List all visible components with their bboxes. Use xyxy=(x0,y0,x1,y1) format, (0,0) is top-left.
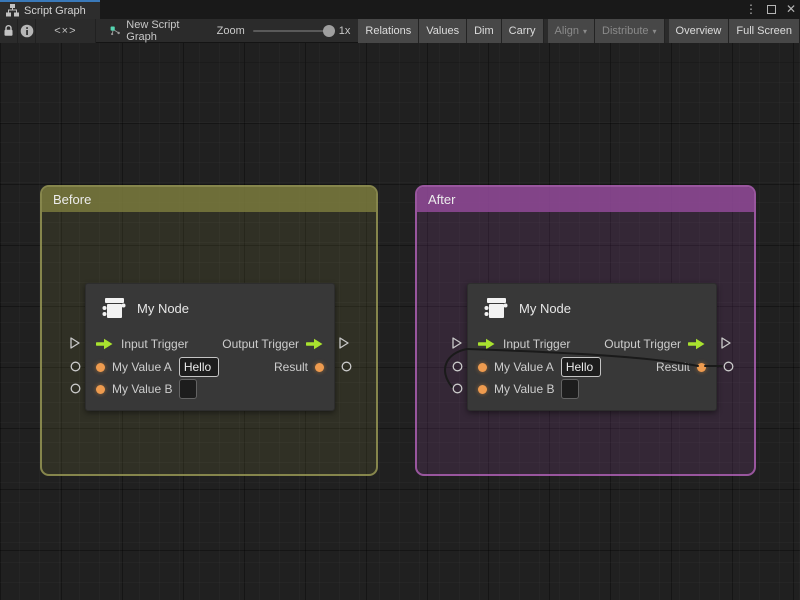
outer-trigger-out-port[interactable] xyxy=(720,337,732,349)
value-b-row: My Value B xyxy=(478,378,706,400)
node-my-node-after[interactable]: My Node Input Trigger Output Trigger xyxy=(467,283,717,411)
window-controls: ⋮ ✕ xyxy=(745,0,796,19)
result-port-icon[interactable] xyxy=(315,363,324,372)
value-a-input[interactable] xyxy=(179,357,219,377)
outer-result-port[interactable] xyxy=(723,361,734,372)
lock-button[interactable] xyxy=(0,19,18,43)
relations-button[interactable]: Relations xyxy=(358,19,419,43)
value-a-port-icon[interactable] xyxy=(478,363,487,372)
window-menu-icon[interactable]: ⋮ xyxy=(745,0,757,19)
trigger-in-port-icon[interactable] xyxy=(96,338,114,350)
outer-trigger-in-port[interactable] xyxy=(451,337,463,349)
new-script-graph-icon xyxy=(110,24,121,37)
value-a-row-right: Result xyxy=(274,360,324,374)
input-trigger-label: Input Trigger xyxy=(121,337,188,351)
graph-name-label: New Script Graph xyxy=(126,19,192,43)
group-title: Before xyxy=(53,192,91,207)
trigger-row: Input Trigger Output Trigger xyxy=(96,333,324,355)
maximize-icon[interactable] xyxy=(767,5,776,14)
tab-label: Script Graph xyxy=(24,5,86,17)
chevron-down-icon: ▾ xyxy=(583,27,587,36)
code-icon: <×> xyxy=(54,25,76,37)
lock-icon xyxy=(3,24,14,37)
outer-result-port[interactable] xyxy=(341,361,352,372)
input-trigger-label: Input Trigger xyxy=(503,337,570,351)
result-label: Result xyxy=(656,360,690,374)
trigger-in-port-icon[interactable] xyxy=(478,338,496,350)
values-button[interactable]: Values xyxy=(419,19,467,43)
full-screen-button[interactable]: Full Screen xyxy=(729,19,800,43)
tab-bar: Script Graph ⋮ ✕ xyxy=(0,0,800,19)
value-b-port-icon[interactable] xyxy=(96,385,105,394)
value-b-label: My Value B xyxy=(494,382,554,396)
value-a-row-right: Result xyxy=(656,360,706,374)
outer-value-b-port[interactable] xyxy=(70,383,81,394)
node-title: My Node xyxy=(519,301,571,316)
value-a-input[interactable] xyxy=(561,357,601,377)
value-b-port-icon[interactable] xyxy=(478,385,487,394)
toolbar-toggle-buttons: Relations Values Dim Carry Align ▾ Distr… xyxy=(358,19,800,43)
node-header: My Node xyxy=(479,292,571,324)
group-before-header[interactable]: Before xyxy=(42,187,376,212)
trigger-row-right: Output Trigger xyxy=(604,337,706,351)
zoom-label: Zoom xyxy=(217,25,245,37)
value-b-label: My Value B xyxy=(112,382,172,396)
unit-node-icon xyxy=(479,293,509,323)
carry-button[interactable]: Carry xyxy=(502,19,544,43)
outer-trigger-out-port[interactable] xyxy=(338,337,350,349)
zoom-control: Zoom 1x xyxy=(217,25,351,37)
trigger-row: Input Trigger Output Trigger xyxy=(478,333,706,355)
chevron-down-icon: ▾ xyxy=(653,27,657,36)
trigger-out-port-icon[interactable] xyxy=(688,338,706,350)
graph-canvas[interactable]: Before After My Node xyxy=(0,43,800,600)
value-a-port-icon[interactable] xyxy=(96,363,105,372)
value-b-input[interactable] xyxy=(179,379,197,399)
outer-value-b-port[interactable] xyxy=(452,383,463,394)
close-icon[interactable]: ✕ xyxy=(786,0,796,19)
group-title: After xyxy=(428,192,455,207)
align-dropdown-button[interactable]: Align ▾ xyxy=(548,19,595,43)
result-port-icon[interactable] xyxy=(697,363,706,372)
value-b-input[interactable] xyxy=(561,379,579,399)
group-after-header[interactable]: After xyxy=(417,187,754,212)
node-header: My Node xyxy=(97,292,189,324)
node-title: My Node xyxy=(137,301,189,316)
edit-script-button[interactable]: <×> xyxy=(36,19,95,43)
value-b-row: My Value B xyxy=(96,378,324,400)
output-trigger-label: Output Trigger xyxy=(222,337,299,351)
value-a-label: My Value A xyxy=(112,360,172,374)
overview-button[interactable]: Overview xyxy=(669,19,730,43)
graph-name: New Script Graph xyxy=(96,19,203,43)
zoom-slider[interactable] xyxy=(253,30,331,32)
tab-script-graph[interactable]: Script Graph xyxy=(0,0,100,19)
output-trigger-label: Output Trigger xyxy=(604,337,681,351)
info-icon xyxy=(20,24,34,38)
zoom-slider-handle[interactable] xyxy=(323,25,335,37)
graph-toolbar: <×> New Script Graph Zoom 1x Relations V… xyxy=(0,19,800,43)
result-label: Result xyxy=(274,360,308,374)
zoom-value: 1x xyxy=(339,25,351,37)
outer-trigger-in-port[interactable] xyxy=(69,337,81,349)
trigger-row-right: Output Trigger xyxy=(222,337,324,351)
distribute-dropdown-button[interactable]: Distribute ▾ xyxy=(595,19,664,43)
value-a-label: My Value A xyxy=(494,360,554,374)
trigger-out-port-icon[interactable] xyxy=(306,338,324,350)
value-a-row: My Value A Result xyxy=(96,356,324,378)
outer-value-a-port[interactable] xyxy=(452,361,463,372)
value-a-row: My Value A Result xyxy=(478,356,706,378)
outer-value-a-port[interactable] xyxy=(70,361,81,372)
node-my-node-before[interactable]: My Node Input Trigger Output Trigger xyxy=(85,283,335,411)
graph-hierarchy-icon xyxy=(6,4,19,17)
dim-button[interactable]: Dim xyxy=(467,19,502,43)
unit-node-icon xyxy=(97,293,127,323)
info-button[interactable] xyxy=(18,19,36,43)
script-graph-window: Script Graph ⋮ ✕ <×> xyxy=(0,0,800,600)
